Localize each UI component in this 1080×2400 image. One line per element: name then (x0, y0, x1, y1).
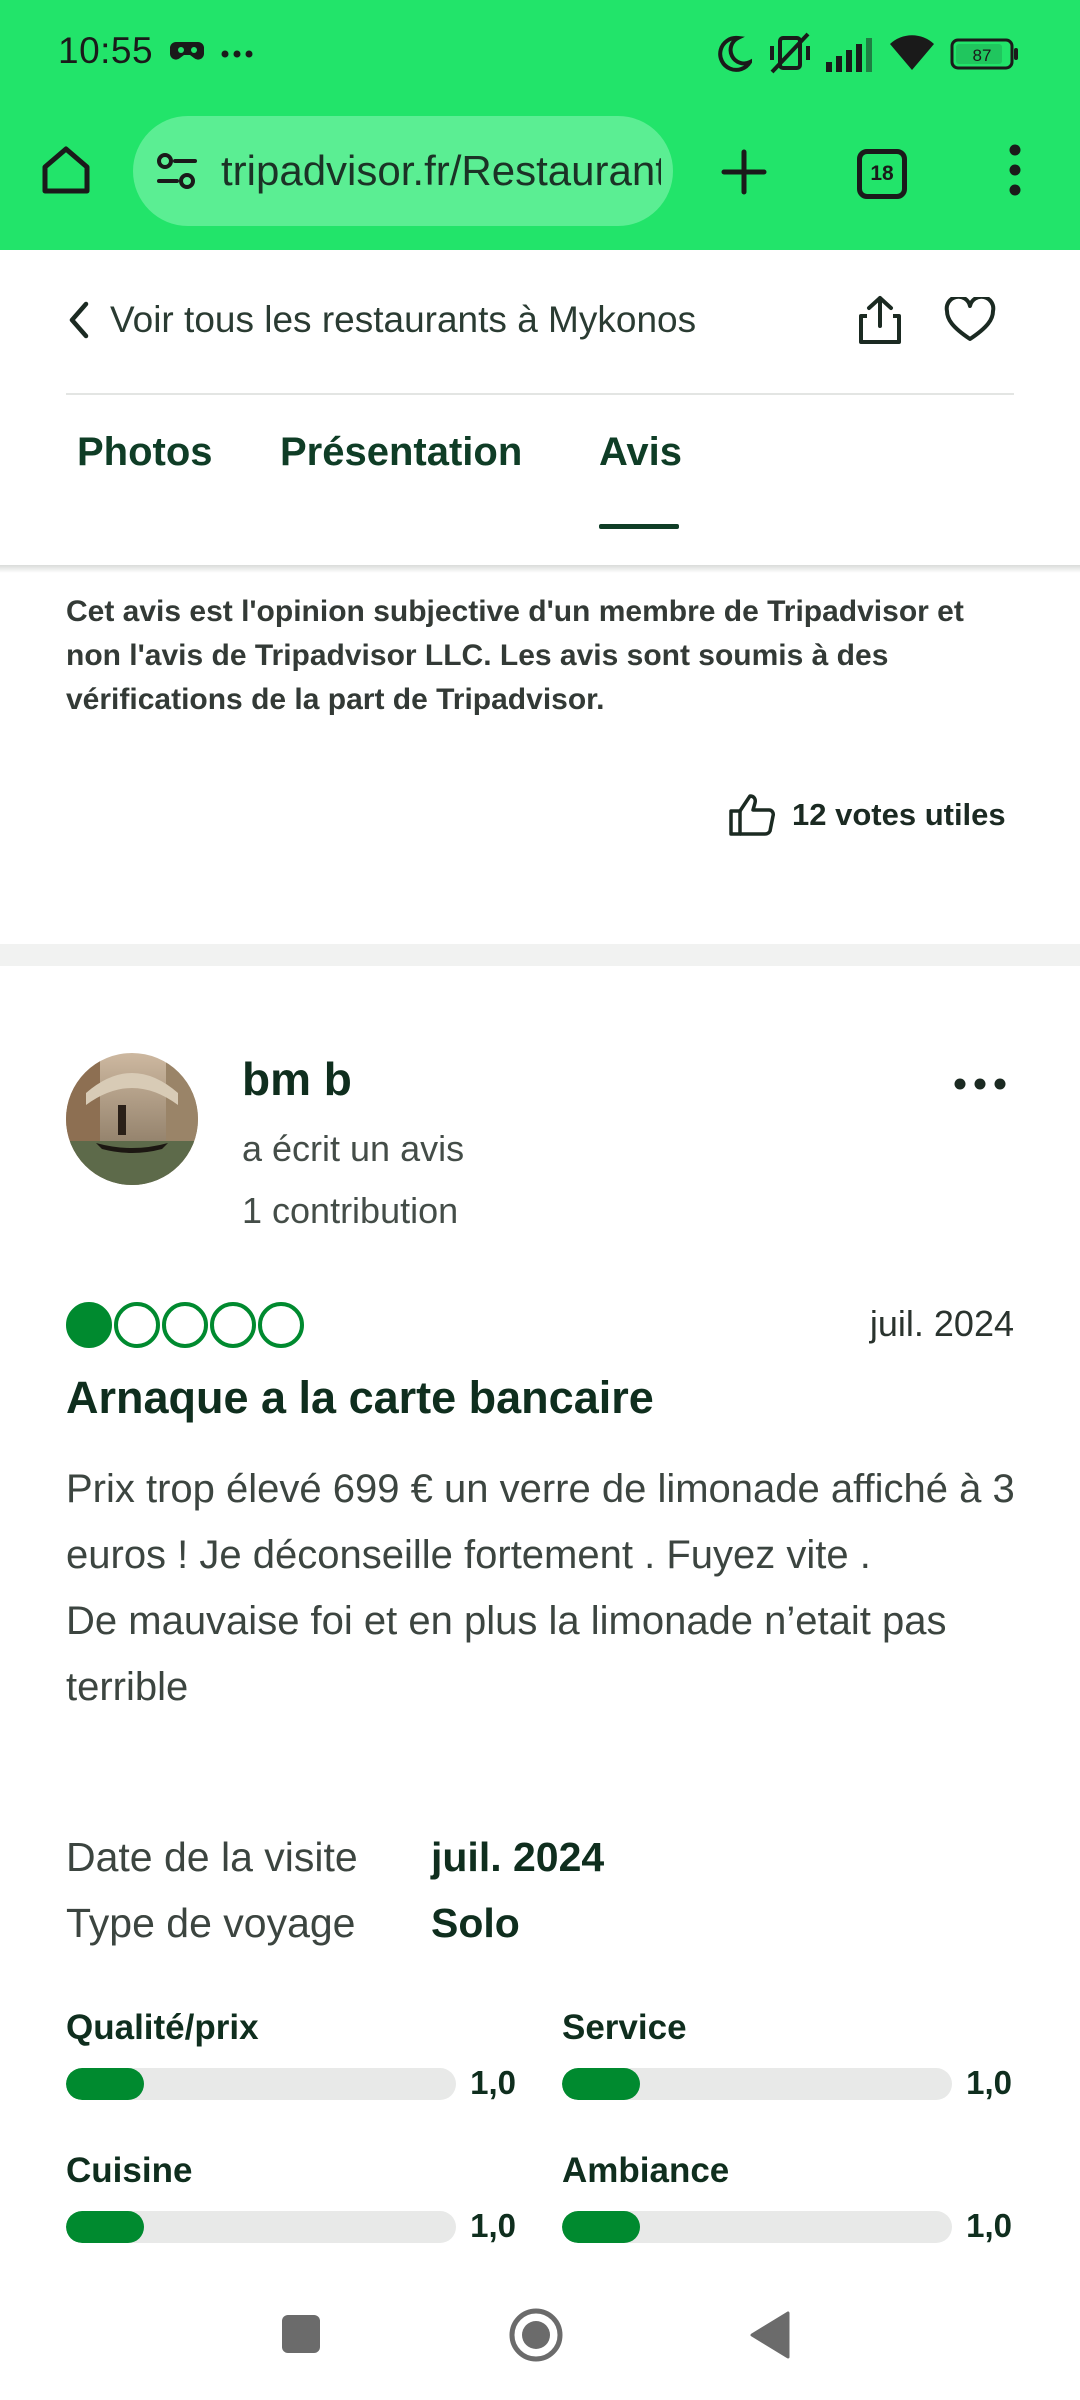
avatar[interactable] (66, 1053, 198, 1185)
bubble-empty (258, 1302, 304, 1348)
tab-count: 18 (857, 149, 907, 199)
kebab-menu-icon (1009, 144, 1021, 196)
subrating-label: Ambiance (562, 2151, 730, 2190)
bubble-filled (66, 1302, 112, 1348)
home-nav-button[interactable] (508, 2307, 564, 2368)
share-icon (859, 296, 901, 344)
system-navigation-bar (0, 2285, 1080, 2400)
home-button[interactable] (34, 138, 98, 202)
subrating-score: 1,0 (470, 2207, 516, 2244)
wifi-icon (888, 32, 936, 77)
review-date: juil. 2024 (869, 1303, 1014, 1344)
save-favorite-button[interactable] (938, 290, 1002, 350)
tab-photos[interactable]: Photos (77, 430, 213, 530)
tab-avis-label: Avis (599, 430, 683, 474)
subrating-ambiance: Ambiance 1,0 (562, 2151, 1012, 2251)
more-dots-icon (220, 46, 254, 64)
battery-level: 87 (973, 46, 992, 65)
site-settings-icon[interactable] (155, 149, 199, 198)
tab-avis[interactable]: Avis (599, 430, 682, 530)
home-icon (42, 146, 90, 194)
subrating-label: Cuisine (66, 2151, 193, 2190)
vibrate-muted-icon (768, 32, 812, 79)
reviewer-action: a écrit un avis (242, 1128, 465, 1169)
back-nav-button[interactable] (748, 2311, 790, 2364)
chevron-left-icon (69, 301, 89, 339)
review-body: Prix trop élevé 699 € un verre de limona… (66, 1467, 1015, 1709)
active-tab-indicator (599, 524, 679, 529)
bubble-rating (66, 1302, 306, 1348)
back-link-label: Voir tous les restaurants à Mykonos (110, 299, 697, 340)
game-controller-icon (170, 36, 204, 71)
subrating-fill (66, 2211, 144, 2243)
header-divider (66, 393, 1014, 395)
helpful-votes-button[interactable]: 12 votes utiles (728, 790, 1006, 840)
subrating-service: Service 1,0 (562, 2008, 1012, 2108)
more-horizontal-icon (954, 1078, 1006, 1090)
bubble-empty (210, 1302, 256, 1348)
subrating-value: Qualité/prix 1,0 (66, 2008, 516, 2108)
browser-menu-button[interactable] (990, 138, 1040, 202)
review-disclaimer: Cet avis est l'opinion subjective d'un m… (66, 595, 964, 716)
do-not-disturb-moon-icon (716, 34, 756, 79)
recent-apps-button[interactable] (280, 2313, 322, 2360)
thumbs-up-icon (729, 794, 775, 836)
battery-icon: 87 (950, 38, 1020, 75)
back-triangle-icon (750, 2311, 790, 2359)
subrating-fill (562, 2068, 640, 2100)
bubble-empty (114, 1302, 160, 1348)
status-time: 10:55 (58, 30, 154, 71)
browser-toolbar: tripadvisor.fr/Restaurant 18 (0, 108, 1080, 250)
trip-type-label: Type de voyage (66, 1900, 356, 1946)
subrating-score: 1,0 (966, 2207, 1012, 2244)
subrating-cuisine: Cuisine 1,0 (66, 2151, 516, 2251)
browser-chrome: 10:55 87 tripadvisor.fr/Restaurant 18 (0, 0, 1080, 250)
subrating-label: Service (562, 2008, 687, 2047)
status-bar: 10:55 87 (0, 0, 1080, 108)
circle-icon (509, 2308, 563, 2362)
header-shadow (0, 565, 1080, 573)
signal-icon (826, 36, 876, 77)
subrating-track (562, 2068, 952, 2100)
tab-switcher-button[interactable]: 18 (852, 144, 912, 204)
new-tab-button[interactable] (712, 140, 776, 204)
url-text[interactable]: tripadvisor.fr/Restaurant (221, 116, 661, 226)
bubble-empty (162, 1302, 208, 1348)
subrating-fill (66, 2068, 144, 2100)
tab-photos-label: Photos (77, 430, 213, 474)
share-button[interactable] (850, 290, 910, 350)
subrating-score: 1,0 (470, 2064, 516, 2101)
subrating-track (66, 2068, 456, 2100)
review-title[interactable]: Arnaque a la carte bancaire (66, 1372, 654, 1424)
reviewer-contributions: 1 contribution (242, 1190, 459, 1231)
subrating-track (66, 2211, 456, 2243)
review-options-button[interactable] (952, 1076, 1008, 1097)
helpful-votes-label: 12 votes utiles (792, 797, 1006, 832)
plus-icon (721, 149, 767, 195)
subrating-fill (562, 2211, 640, 2243)
tab-presentation-label: Présentation (280, 430, 523, 474)
tab-presentation[interactable]: Présentation (280, 430, 522, 530)
subrating-label: Qualité/prix (66, 2008, 259, 2047)
heart-icon (944, 297, 996, 341)
visit-date-label: Date de la visite (66, 1834, 358, 1880)
visit-date-value: juil. 2024 (431, 1834, 605, 1880)
address-bar[interactable]: tripadvisor.fr/Restaurant (133, 116, 673, 226)
review-separator (0, 944, 1080, 966)
subrating-score: 1,0 (966, 2064, 1012, 2101)
section-tabs: Photos Présentation Avis (0, 430, 1080, 530)
square-icon (282, 2315, 320, 2353)
reviewer-name[interactable]: bm b (242, 1052, 352, 1106)
subrating-track (562, 2211, 952, 2243)
trip-type-value: Solo (431, 1900, 520, 1946)
